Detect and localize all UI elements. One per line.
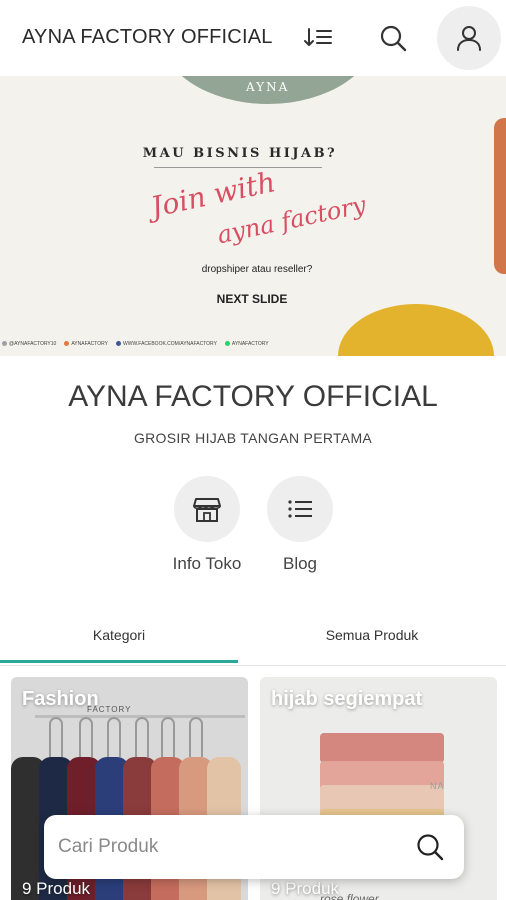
banner-headline: MAU BISNIS HIJAB? [142,146,338,161]
product-search-input[interactable] [58,827,398,867]
product-search-bar[interactable] [44,815,464,879]
blog-label: Blog [282,554,318,573]
social-item: AYNAFACTORY [224,341,269,347]
info-toko-button[interactable]: Info Toko [157,476,257,574]
search-button[interactable] [367,12,419,64]
promo-banner[interactable]: AYNA MAU BISNIS HIJAB? Join with ayna fa… [0,76,506,356]
decor-bar-orange [494,118,506,274]
list-icon [288,500,312,518]
hanger [49,717,63,757]
store-tagline: GROSIR HIJAB TANGAN PERTAMA [133,430,373,446]
sort-icon [304,28,332,46]
category-name: hijab segiempat [271,688,423,710]
sort-button[interactable] [292,12,344,64]
hanger [161,717,175,757]
hanger [135,717,149,757]
product-search-button[interactable] [412,829,448,865]
store-icon [193,498,221,522]
search-icon [380,25,407,52]
account-button[interactable] [437,6,501,70]
banner-next-slide: NEXT SLIDE [216,292,288,306]
banner-subtitle: dropshiper atau reseller? [201,264,313,275]
info-toko-label: Info Toko [172,554,242,573]
tab-semua-produk[interactable]: Semua Produk [238,604,506,666]
social-item: @AYNAFACTORY10 [2,341,56,347]
info-toko-circle[interactable] [174,476,240,542]
banner-rule [154,167,322,168]
category-name: Fashion [22,688,99,710]
hanger [189,717,203,757]
banner-social-row: @AYNAFACTORY10 AYNAFACTORY WWW.FACEBOOK.… [2,341,362,347]
social-item: AYNAFACTORY [64,341,108,347]
app-bar: AYNA FACTORY OFFICIAL [0,0,506,76]
banner-brand: AYNA [246,80,290,94]
category-count: 9 Produk [271,879,340,898]
hanger [107,717,121,757]
card-watermark: NA [430,781,445,791]
decor-blob-yellow [338,304,494,356]
social-item: WWW.FACEBOOK.COM/AYNAFACTORY [116,341,217,347]
folded-hijab [320,733,444,763]
blog-button[interactable]: Blog [250,476,350,574]
blog-circle[interactable] [267,476,333,542]
tab-bar: Kategori Semua Produk [0,604,506,666]
search-icon [417,834,444,861]
active-tab-indicator [0,660,238,663]
account-icon [457,26,481,51]
store-name: AYNA FACTORY OFFICIAL [68,380,438,413]
app-bar-title: AYNA FACTORY OFFICIAL [22,26,273,48]
category-count: 9 Produk [22,879,91,898]
tab-kategori[interactable]: Kategori [0,604,238,666]
hanger [79,717,93,757]
